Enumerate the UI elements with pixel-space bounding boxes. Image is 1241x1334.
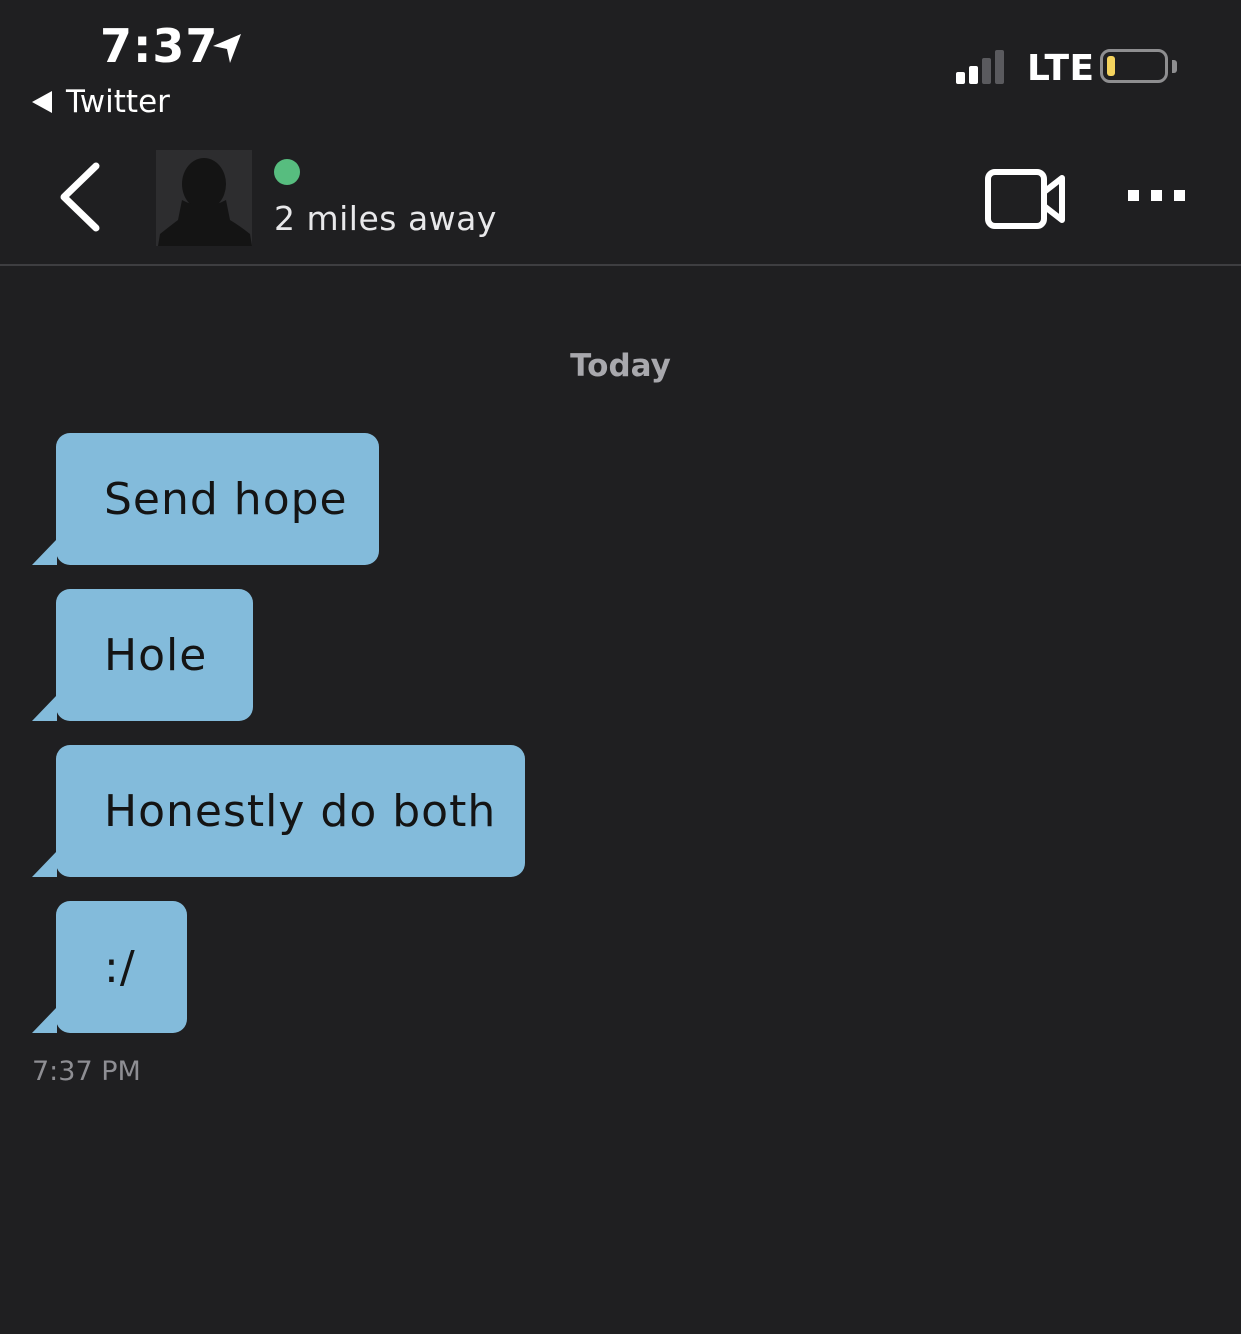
back-triangle-icon — [32, 91, 52, 113]
network-label: LTE — [1027, 48, 1095, 89]
battery-tip — [1172, 60, 1177, 73]
avatar-silhouette-icon — [158, 158, 252, 246]
date-separator: Today — [570, 348, 671, 384]
message-bubble[interactable]: Hole — [56, 589, 253, 721]
bubble-tail — [32, 539, 57, 565]
bubble-tail — [32, 851, 57, 877]
distance-label: 2 miles away — [274, 199, 497, 238]
back-to-app-button[interactable]: Twitter — [32, 82, 170, 122]
location-arrow-icon — [213, 34, 241, 63]
header-divider — [0, 264, 1241, 266]
video-camera-icon[interactable] — [984, 168, 1068, 230]
status-time: 7:37 — [100, 19, 219, 73]
message-bubble[interactable]: :/ — [56, 901, 187, 1033]
bubble-tail — [32, 695, 57, 721]
chevron-left-icon[interactable] — [56, 160, 106, 234]
avatar[interactable] — [156, 150, 252, 246]
message-timestamp: 7:37 PM — [32, 1056, 141, 1087]
signal-icon — [956, 50, 1004, 84]
online-status-dot — [274, 159, 300, 185]
bubble-tail — [32, 1007, 57, 1033]
message-bubble[interactable]: Honestly do both — [56, 745, 525, 877]
battery-icon — [1100, 49, 1168, 83]
more-icon[interactable] — [1128, 190, 1185, 201]
back-app-label: Twitter — [66, 84, 170, 120]
message-bubble[interactable]: Send hope — [56, 433, 379, 565]
